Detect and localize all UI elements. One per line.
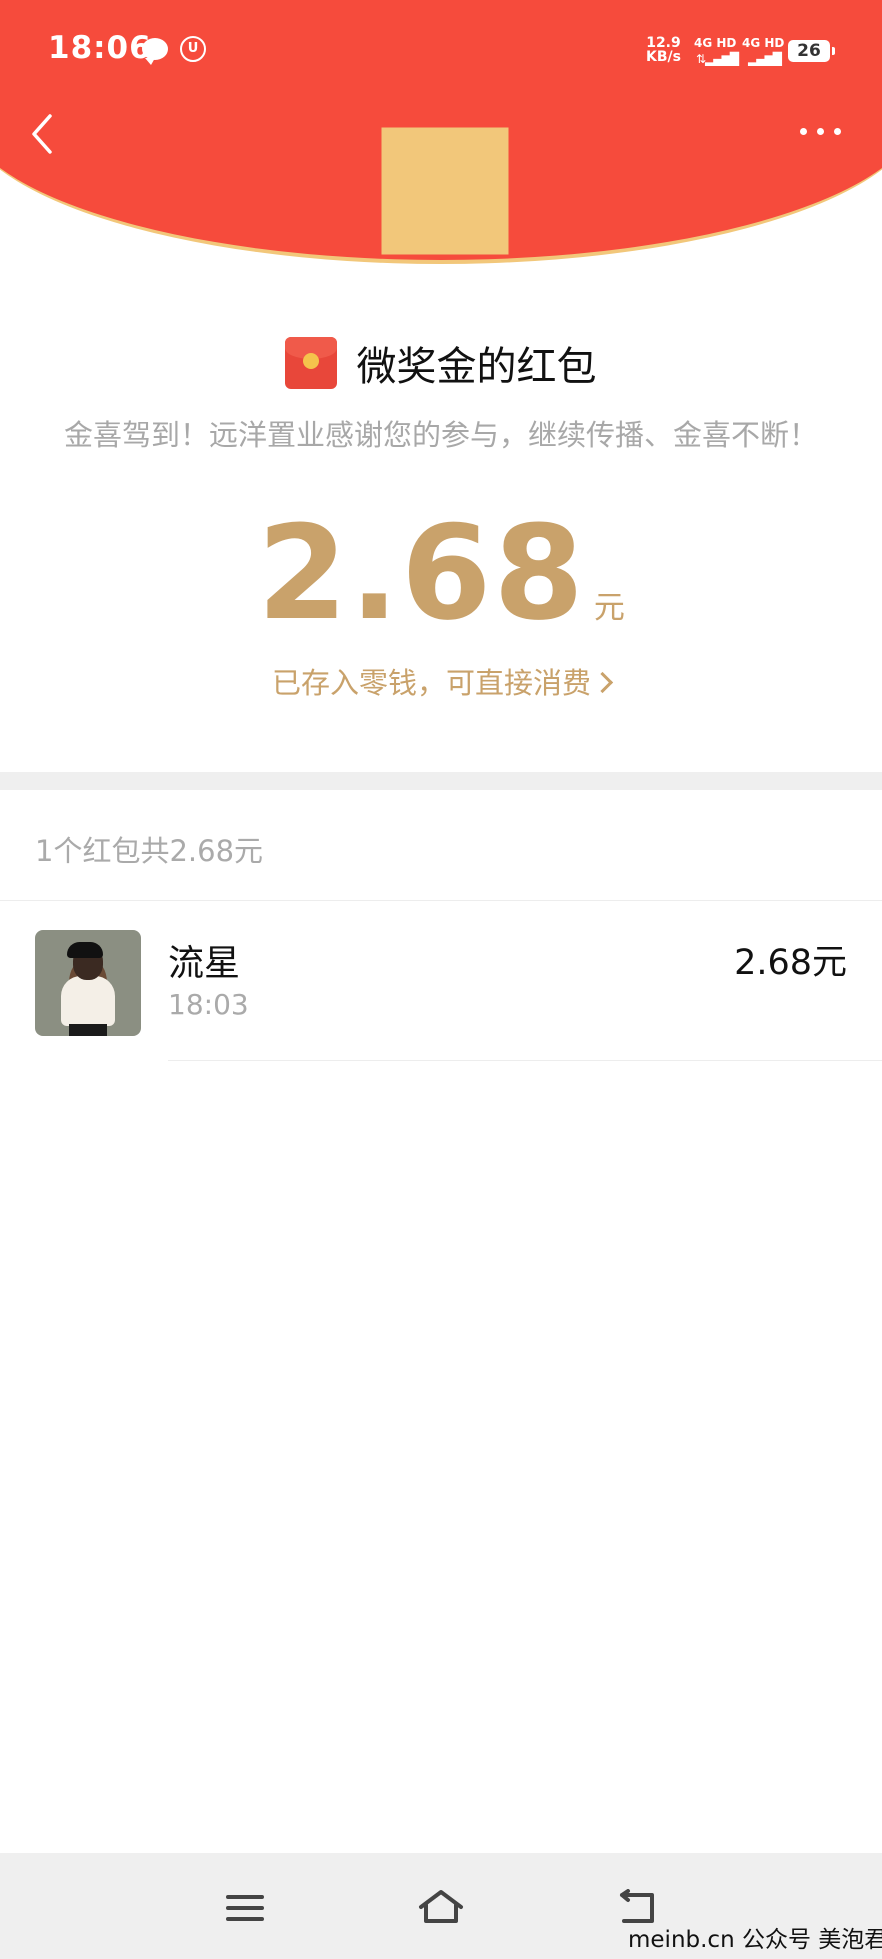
packet-title-row: 微奖金的红包: [0, 334, 882, 392]
status-time: 18:06: [48, 30, 152, 66]
battery-level: 26: [788, 40, 835, 62]
status-bar: 18:06 U 12.9 KB/s 4G HD ⇅▂▄▆█ 4G HD ▂▄▆█…: [0, 0, 882, 100]
more-button[interactable]: [796, 118, 846, 144]
amount-unit: 元: [593, 590, 625, 626]
receiver-name: 流星: [168, 943, 241, 984]
packet-summary: 1个红包共2.68元: [35, 834, 264, 868]
list-item[interactable]: 流星 18:03 2.68元: [0, 902, 882, 1060]
signal-bars-2-icon: ▂▄▆█: [748, 52, 782, 66]
packet-title: 微奖金的红包: [356, 344, 597, 390]
divider: [0, 900, 882, 901]
network-type-2: 4G HD: [742, 36, 785, 50]
deposit-text: 已存入零钱，可直接消费: [271, 666, 591, 700]
home-icon: [419, 1890, 463, 1923]
home-button[interactable]: [416, 1887, 466, 1927]
divider: [168, 1060, 882, 1061]
network-speed: 12.9 KB/s: [646, 36, 681, 64]
app-notification-icon: U: [180, 36, 206, 62]
packet-amount: 2.68: [257, 497, 586, 649]
menu-icon: [226, 1895, 264, 1899]
signal-bars-1-icon: ⇅▂▄▆█: [696, 52, 739, 66]
receive-amount: 2.68元: [734, 943, 847, 983]
blessing-text: 金喜驾到！远洋置业感谢您的参与，继续传播、金喜不断！: [63, 418, 818, 452]
network-type-1: 4G HD: [694, 36, 737, 50]
back-button[interactable]: [26, 112, 60, 156]
red-envelope-icon: [285, 337, 338, 389]
receive-time: 18:03: [168, 988, 249, 1021]
section-divider: [0, 772, 882, 790]
watermark: meinb.cn 公众号 美泡君: [628, 1927, 882, 1953]
deposit-link[interactable]: 已存入零钱，可直接消费: [0, 660, 882, 702]
chevron-right-icon: [591, 671, 614, 693]
amount-row: 2.68 元: [0, 498, 882, 648]
avatar[interactable]: [35, 930, 141, 1036]
menu-button[interactable]: [226, 1893, 264, 1923]
message-notification-icon: [142, 38, 168, 65]
more-dots-icon: [800, 128, 807, 135]
network-speed-unit: KB/s: [646, 49, 681, 65]
chevron-left-icon: [32, 114, 52, 154]
